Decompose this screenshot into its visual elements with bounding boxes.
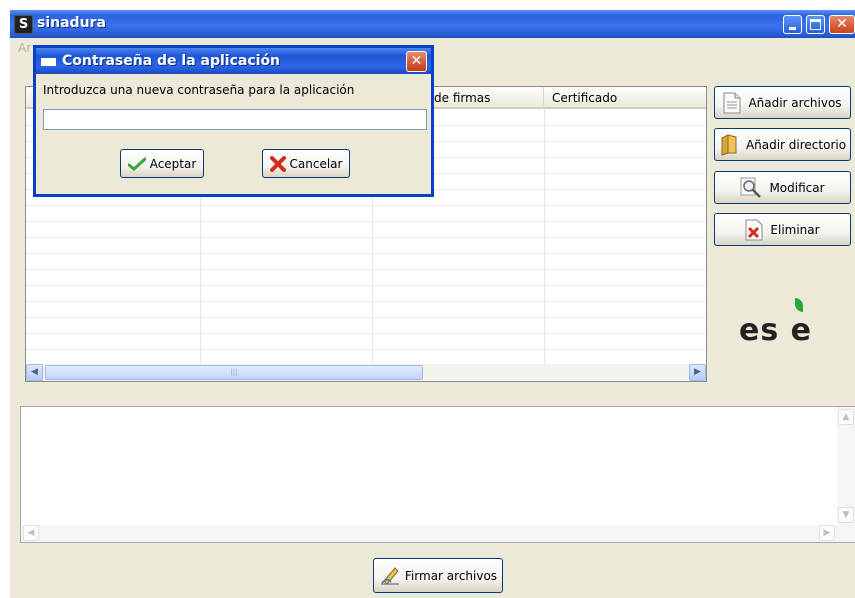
maximize-button[interactable]	[806, 15, 825, 34]
cancel-label: Cancelar	[289, 156, 343, 171]
scroll-thumb[interactable]: |||	[45, 365, 423, 380]
scroll-down-arrow-icon[interactable]: ▼	[838, 507, 854, 523]
add-directory-button[interactable]: Añadir directorio	[714, 128, 851, 161]
log-output-area[interactable]: ▲ ▼ ◀ ▶	[20, 406, 855, 543]
row-divider	[26, 285, 706, 286]
row-divider	[26, 317, 706, 318]
dialog-title: Contraseña de la aplicación	[62, 53, 281, 69]
scroll-right-arrow-icon[interactable]: ▶	[819, 525, 835, 541]
window-title: sinadura	[37, 15, 106, 31]
window-icon	[41, 55, 56, 66]
log-vertical-scrollbar[interactable]: ▲ ▼	[837, 407, 855, 525]
delete-button[interactable]: Eliminar	[714, 213, 851, 246]
row-divider	[26, 269, 706, 270]
row-divider	[26, 301, 706, 302]
close-icon: ✕	[836, 16, 848, 32]
row-divider	[26, 237, 706, 238]
row-divider	[26, 333, 706, 334]
password-dialog: Contraseña de la aplicación ✕ Introduzca…	[33, 45, 434, 197]
table-horizontal-scrollbar[interactable]: ◀ ||| ▶	[26, 364, 706, 381]
sign-files-label: Firmar archivos	[404, 568, 498, 583]
esle-logo: es e	[739, 313, 812, 348]
password-prompt-label: Introduzca una nueva contraseña para la …	[43, 83, 355, 97]
accept-label: Aceptar	[149, 156, 197, 171]
log-horizontal-scrollbar[interactable]: ◀ ▶	[21, 525, 855, 542]
minimize-icon	[789, 27, 796, 30]
row-divider	[26, 349, 706, 350]
modify-label: Modificar	[769, 180, 825, 195]
title-bar[interactable]: S sinadura ✕	[10, 10, 855, 38]
dialog-close-button[interactable]: ✕	[406, 51, 427, 72]
scroll-left-arrow-icon[interactable]: ◀	[26, 364, 43, 381]
accept-button[interactable]: Aceptar	[120, 149, 204, 178]
delete-icon	[745, 219, 763, 240]
app-logo-icon: S	[14, 15, 33, 34]
delete-label: Eliminar	[770, 222, 820, 237]
close-icon: ✕	[410, 53, 423, 69]
sign-files-button[interactable]: Firmar archivos	[373, 558, 503, 593]
cancel-button[interactable]: Cancelar	[262, 149, 350, 178]
scroll-left-arrow-icon[interactable]: ◀	[23, 525, 39, 541]
scroll-up-arrow-icon[interactable]: ▲	[838, 409, 854, 425]
scroll-right-arrow-icon[interactable]: ▶	[689, 364, 706, 381]
pen-sign-icon	[380, 566, 399, 585]
document-icon	[723, 92, 741, 113]
maximize-icon	[810, 19, 821, 30]
row-divider	[26, 221, 706, 222]
check-icon	[127, 157, 146, 171]
magnifier-icon	[740, 177, 762, 198]
close-window-button[interactable]: ✕	[829, 15, 855, 34]
logo-leaf-icon	[795, 298, 803, 312]
dialog-title-bar[interactable]: Contraseña de la aplicación ✕	[36, 48, 431, 74]
row-divider	[26, 205, 706, 206]
modify-button[interactable]: Modificar	[714, 171, 851, 204]
folder-icon	[721, 133, 737, 156]
cancel-x-icon	[269, 155, 286, 172]
add-files-label: Añadir archivos	[748, 95, 842, 110]
row-divider	[26, 253, 706, 254]
menu-item-archivo[interactable]: Ar	[18, 41, 31, 55]
add-directory-label: Añadir directorio	[745, 137, 847, 152]
add-files-button[interactable]: Añadir archivos	[714, 86, 851, 119]
password-input[interactable]	[43, 109, 427, 130]
column-header-certificado[interactable]: Certificado	[544, 87, 706, 109]
minimize-button[interactable]	[783, 15, 802, 34]
